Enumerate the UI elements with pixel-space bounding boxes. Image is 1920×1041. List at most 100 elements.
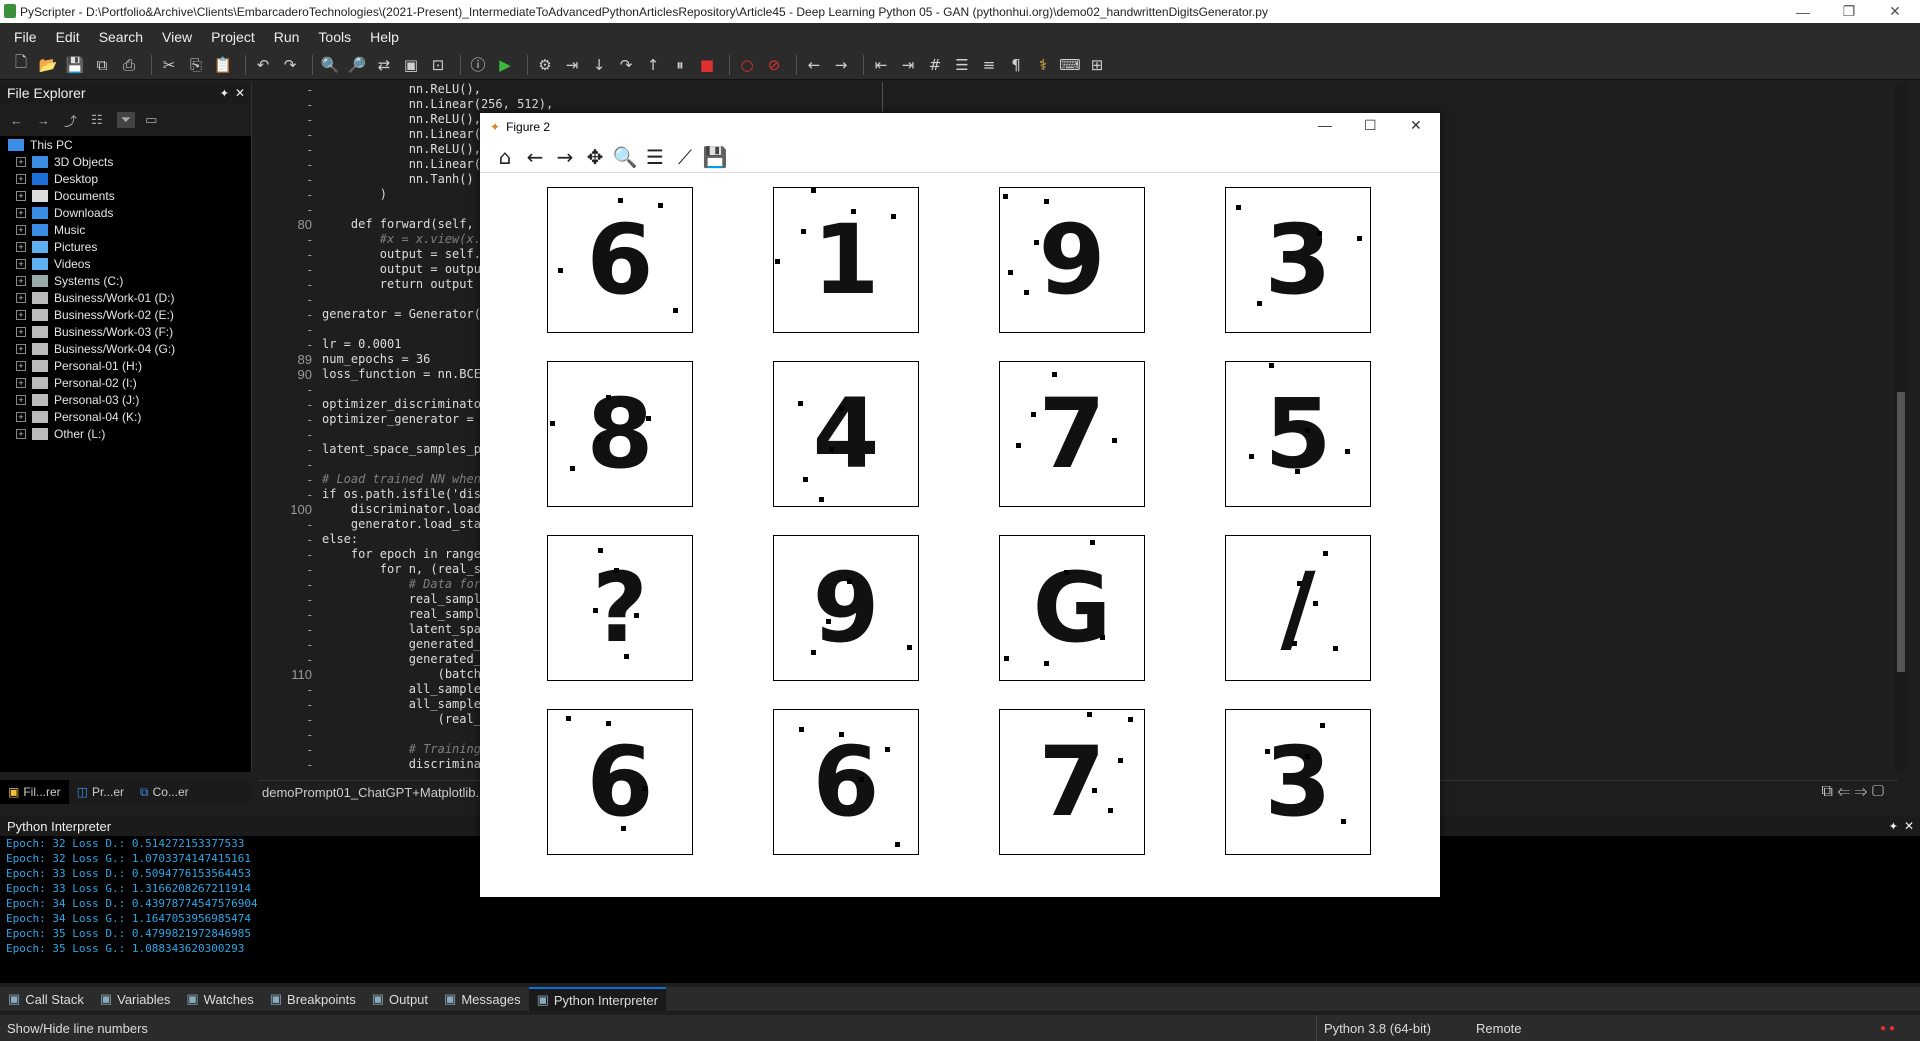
info-icon[interactable]: ⓘ bbox=[467, 54, 489, 76]
copy-icon[interactable]: ⎘ bbox=[185, 54, 207, 76]
expand-icon[interactable]: + bbox=[16, 207, 26, 218]
tree-root[interactable]: This PC bbox=[6, 136, 251, 153]
figure-close-button[interactable]: ✕ bbox=[1410, 117, 1422, 134]
tree-item[interactable]: + Personal-02 (I:) bbox=[6, 374, 251, 391]
run-icon[interactable]: ▶ bbox=[494, 54, 516, 76]
expand-icon[interactable]: + bbox=[16, 190, 26, 201]
tree-item[interactable]: + Personal-01 (H:) bbox=[6, 357, 251, 374]
debug-tab[interactable]: ▣ Breakpoints bbox=[262, 987, 364, 1011]
comment-icon[interactable]: # bbox=[924, 54, 946, 76]
figure-minimize-button[interactable]: — bbox=[1318, 117, 1332, 133]
expand-icon[interactable]: + bbox=[16, 173, 26, 184]
menu-view[interactable]: View bbox=[162, 29, 192, 45]
save-figure-icon[interactable]: 💾 bbox=[700, 143, 730, 171]
expand-icon[interactable]: + bbox=[16, 258, 26, 269]
expand-icon[interactable]: + bbox=[16, 360, 26, 371]
replace-icon[interactable]: ⇄ bbox=[373, 54, 395, 76]
edit-axis-icon[interactable]: ⟋ bbox=[670, 143, 700, 171]
menu-run[interactable]: Run bbox=[274, 29, 300, 45]
tree-item[interactable]: + Videos bbox=[6, 255, 251, 272]
menu-edit[interactable]: Edit bbox=[56, 29, 80, 45]
code-line[interactable]: nn.Linear(256, 512), bbox=[322, 97, 1902, 112]
debug-icon[interactable]: ⚙ bbox=[534, 54, 556, 76]
clear-breakpoints-icon[interactable]: ⊘ bbox=[763, 54, 785, 76]
debug-tab[interactable]: ▣ Python Interpreter bbox=[528, 987, 666, 1011]
tree-item[interactable]: + Business/Work-04 (G:) bbox=[6, 340, 251, 357]
redo-icon[interactable]: ↷ bbox=[279, 54, 301, 76]
debug-tab[interactable]: ▣ Output bbox=[364, 987, 436, 1011]
pan-icon[interactable]: ✥ bbox=[580, 143, 610, 171]
expand-icon[interactable]: + bbox=[16, 343, 26, 354]
tab-file-explorer[interactable]: ▣ Fil...rer bbox=[0, 780, 69, 804]
open-file-icon[interactable]: 📂 bbox=[37, 54, 59, 76]
minimize-button[interactable]: — bbox=[1780, 0, 1826, 23]
debug-tab[interactable]: ▣ Messages bbox=[436, 987, 529, 1011]
code-line[interactable]: nn.ReLU(), bbox=[322, 82, 1902, 97]
forward-icon[interactable]: → bbox=[830, 54, 852, 76]
debug-tab[interactable]: ▣ Call Stack bbox=[0, 987, 92, 1011]
save-icon[interactable]: 💾 bbox=[64, 54, 86, 76]
tree-item[interactable]: + Other (L:) bbox=[6, 425, 251, 442]
editor-scrollbar[interactable] bbox=[1894, 82, 1908, 772]
tree-item[interactable]: + Desktop bbox=[6, 170, 251, 187]
restore-button[interactable]: ❐ bbox=[1826, 0, 1872, 23]
scrollbar-thumb[interactable] bbox=[1897, 392, 1905, 672]
menu-help[interactable]: Help bbox=[370, 29, 399, 45]
view-options-icon[interactable]: ☷ bbox=[91, 112, 103, 128]
expand-icon[interactable]: + bbox=[16, 224, 26, 235]
tree-item[interactable]: + Personal-04 (K:) bbox=[6, 408, 251, 425]
tab-project-explorer[interactable]: ◫ Pr...er bbox=[69, 780, 132, 804]
tree-item[interactable]: + Business/Work-02 (E:) bbox=[6, 306, 251, 323]
figure-maximize-button[interactable]: ☐ bbox=[1364, 117, 1377, 134]
indent-icon[interactable]: ⇤ bbox=[870, 54, 892, 76]
close-panel-icon[interactable]: ✕ bbox=[1904, 819, 1914, 833]
pin-icon[interactable]: ✦ bbox=[220, 87, 229, 100]
wrap-icon[interactable]: ≡ bbox=[978, 54, 1000, 76]
tab-actions-icon[interactable]: ⧉ ⇐ ⇒ ▢ bbox=[1821, 783, 1884, 801]
new-file-icon[interactable]: 🗋 bbox=[10, 53, 32, 76]
pilcrow-icon[interactable]: ¶ bbox=[1005, 54, 1027, 76]
find-in-files-icon[interactable]: ▣ bbox=[400, 54, 422, 76]
remote-status[interactable]: Remote bbox=[1476, 1021, 1522, 1036]
step-out-icon[interactable]: ↑ bbox=[642, 54, 664, 76]
python-icon[interactable]: ⚕ bbox=[1032, 54, 1054, 76]
expand-icon[interactable]: + bbox=[16, 377, 26, 388]
expand-icon[interactable]: + bbox=[16, 394, 26, 405]
python-version[interactable]: Python 3.8 (64-bit) bbox=[1324, 1021, 1431, 1036]
cut-icon[interactable]: ✂ bbox=[158, 54, 180, 76]
close-button[interactable]: ✕ bbox=[1872, 0, 1918, 23]
expand-icon[interactable]: + bbox=[16, 428, 26, 439]
configure-subplots-icon[interactable]: ☰ bbox=[640, 143, 670, 171]
find-icon[interactable]: 🔍 bbox=[319, 54, 341, 76]
back-icon[interactable]: ← bbox=[10, 113, 23, 128]
close-panel-icon[interactable]: ✕ bbox=[235, 86, 245, 100]
tree-item[interactable]: + Business/Work-03 (F:) bbox=[6, 323, 251, 340]
find-next-icon[interactable]: 🔎 bbox=[346, 54, 368, 76]
toggle-breakpoint-icon[interactable]: ○ bbox=[736, 54, 758, 76]
save-all-icon[interactable]: ⧉ bbox=[91, 54, 113, 76]
home-icon[interactable]: ⌂ bbox=[490, 143, 520, 171]
tab-code-explorer[interactable]: ⧉ Co...er bbox=[132, 780, 197, 804]
file-tab[interactable]: demoPrompt01_ChatGPT+Matplotlib. bbox=[262, 785, 479, 800]
menu-project[interactable]: Project bbox=[211, 29, 255, 45]
expand-icon[interactable]: + bbox=[16, 309, 26, 320]
back-icon[interactable]: ← bbox=[803, 54, 825, 76]
layout-icon[interactable]: ⊞ bbox=[1086, 54, 1108, 76]
expand-icon[interactable]: + bbox=[16, 326, 26, 337]
filter-icon[interactable]: ⏷ bbox=[116, 112, 136, 128]
tree-item[interactable]: + Systems (C:) bbox=[6, 272, 251, 289]
tree-item[interactable]: +3D Objects bbox=[6, 153, 251, 170]
expand-icon[interactable]: + bbox=[16, 292, 26, 303]
tree-item[interactable]: + Documents bbox=[6, 187, 251, 204]
pin-icon[interactable]: ✦ bbox=[1889, 820, 1898, 833]
expand-icon[interactable]: + bbox=[16, 241, 26, 252]
zoom-icon[interactable]: 🔍 bbox=[610, 143, 640, 171]
new-folder-icon[interactable]: ▭ bbox=[145, 112, 157, 128]
undo-icon[interactable]: ↶ bbox=[252, 54, 274, 76]
paste-icon[interactable]: 📋 bbox=[212, 54, 234, 76]
menu-tools[interactable]: Tools bbox=[318, 29, 351, 45]
forward-icon[interactable]: → bbox=[37, 113, 50, 128]
menu-file[interactable]: File bbox=[14, 29, 37, 45]
tree-item[interactable]: + Downloads bbox=[6, 204, 251, 221]
abort-icon[interactable]: ■ bbox=[696, 54, 718, 76]
